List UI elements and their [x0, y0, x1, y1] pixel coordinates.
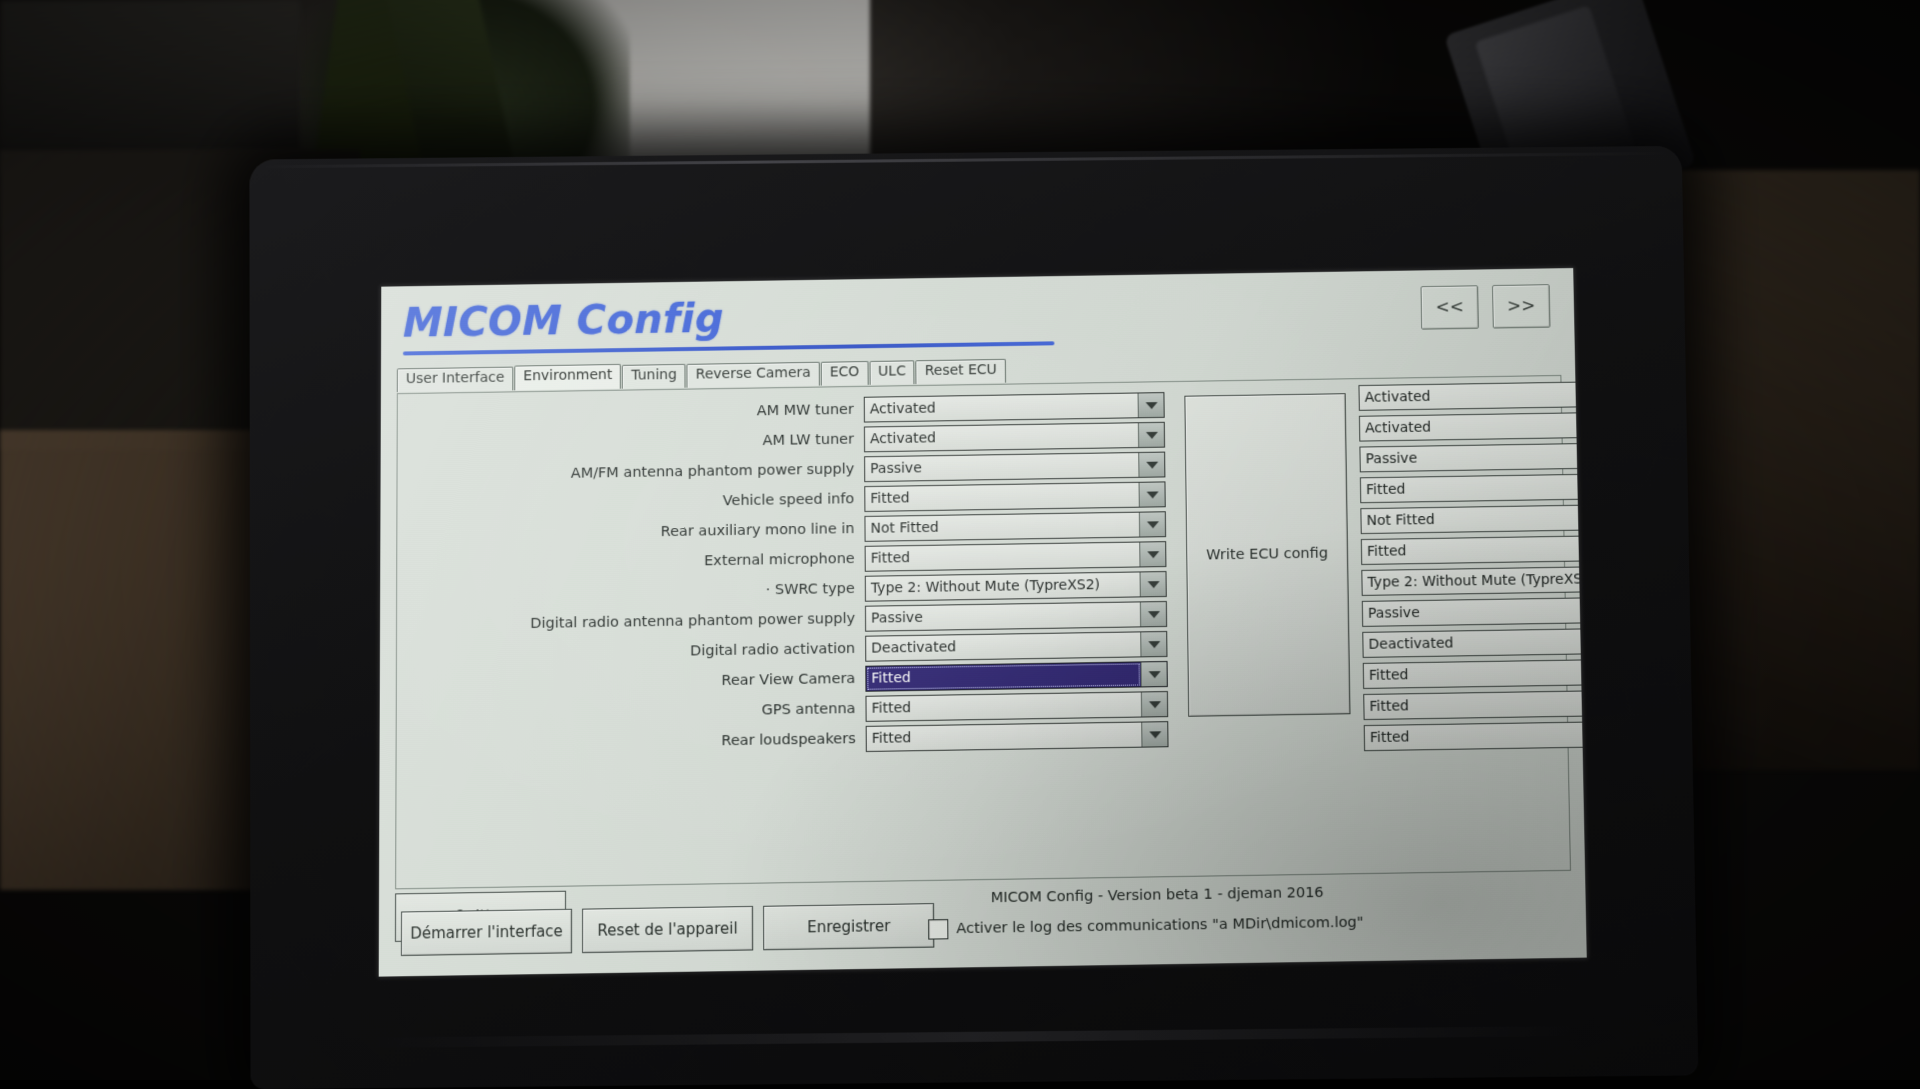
ecu-readout-value: Fitted [1360, 535, 1587, 565]
save-button[interactable]: Enregistrer [763, 903, 935, 951]
tab-reverse-camera[interactable]: Reverse Camera [686, 361, 820, 388]
dropdown-value: Activated [864, 423, 1139, 452]
field-label: Digital radio activation [690, 640, 856, 660]
dropdown-external-microphone[interactable]: Fitted [864, 541, 1167, 572]
log-checkbox-row[interactable]: Activer le log des communications "a MDi… [928, 913, 1364, 940]
field-label: External microphone [704, 550, 855, 570]
nav-previous-button[interactable]: << [1420, 285, 1479, 330]
chevron-down-icon[interactable] [1140, 692, 1168, 717]
ecu-readout-value: Passive [1359, 442, 1587, 473]
chevron-down-icon[interactable] [1141, 722, 1168, 747]
reset-device-button[interactable]: Reset de l'appareil [582, 905, 754, 954]
field-label: Rear View Camera [721, 670, 856, 690]
ecu-readout-value: Fitted [1359, 473, 1587, 504]
chevron-down-icon[interactable] [1139, 572, 1166, 597]
tab-user-interface[interactable]: User Interface [396, 366, 514, 392]
field-label: Rear loudspeakers [721, 731, 856, 750]
dropdown-vehicle-speed-info[interactable]: Fitted [864, 481, 1166, 512]
about-text: MICOM Config - Version beta 1 - djeman 2… [990, 884, 1324, 907]
ecu-readout-value: Activated [1358, 381, 1587, 411]
dropdown-value: Fitted [866, 722, 1142, 751]
ecu-readout-value: Fitted [1363, 690, 1587, 721]
footer-bar: Démarrer l'interface Reset de l'appareil… [394, 875, 1573, 968]
tablet-bottom-bezel [371, 1026, 1578, 1048]
dropdown-gps-antenna[interactable]: Fitted [865, 691, 1169, 722]
dropdown-value: Deactivated [866, 632, 1141, 661]
dropdown-rear-view-camera[interactable]: Fitted [865, 660, 1168, 692]
chevron-down-icon[interactable] [1138, 452, 1165, 477]
field-label: AM LW tuner [762, 431, 855, 449]
micom-config-window: MICOM Config << >> User Interface Environ… [379, 268, 1587, 977]
title-row: MICOM Config [402, 292, 1189, 356]
dropdown-digital-radio-antenna-phantom-power-supply[interactable]: Passive [864, 600, 1168, 632]
tab-environment[interactable]: Environment [514, 363, 622, 390]
ecu-readout-value: Type 2: Without Mute (TypreXS2) [1361, 566, 1587, 596]
dropdown-value: Fitted [866, 692, 1142, 721]
dropdown-am-fm-antenna-phantom-power-supply[interactable]: Passive [864, 451, 1166, 483]
ecu-readout-value: Activated [1358, 412, 1587, 442]
dropdown-value: Type 2: Without Mute (TypreXS2) [865, 572, 1140, 601]
tablet-device: MICOM Config << >> User Interface Environ… [249, 145, 1699, 1089]
dropdown-rear-auxiliary-mono-line-in[interactable]: Not Fitted [864, 511, 1167, 542]
field-label: Vehicle speed info [722, 491, 855, 510]
tab-ulc[interactable]: ULC [869, 360, 915, 385]
ecu-readout-value: Not Fitted [1360, 504, 1587, 535]
tab-eco[interactable]: ECO [820, 361, 869, 386]
page-title: MICOM Config [402, 296, 725, 347]
chevron-down-icon[interactable] [1140, 661, 1167, 687]
field-label: Digital radio antenna phantom power supp… [530, 610, 856, 632]
ecu-readout-value: Deactivated [1362, 628, 1587, 658]
tablet-screen: MICOM Config << >> User Interface Environ… [378, 268, 1587, 977]
chevron-down-icon[interactable] [1137, 393, 1164, 418]
dropdown-value: Activated [864, 393, 1138, 422]
dropdown-value: Fitted [866, 662, 1141, 691]
ecu-readout-column: Activated Activated Passive Fitted Not Fitte… [1358, 381, 1587, 756]
chevron-down-icon[interactable] [1139, 542, 1166, 567]
dropdown-value: Not Fitted [865, 512, 1140, 541]
field-label: AM/FM antenna phantom power supply [570, 461, 855, 482]
enable-log-label: Activer le log des communications "a MDi… [956, 914, 1364, 938]
chevron-down-icon[interactable] [1140, 631, 1167, 657]
dropdown-rear-loudspeakers[interactable]: Fitted [865, 721, 1169, 752]
dropdown-value: Passive [865, 602, 1141, 631]
tab-reset-ecu[interactable]: Reset ECU [915, 358, 1006, 384]
start-interface-button[interactable]: Démarrer l'interface [400, 908, 573, 957]
chevron-down-icon[interactable] [1137, 422, 1165, 448]
dropdown-digital-radio-activation[interactable]: Deactivated [865, 630, 1168, 662]
field-label: Rear auxiliary mono line in [660, 521, 855, 541]
dropdown-value: Passive [865, 452, 1139, 482]
chevron-down-icon[interactable] [1138, 512, 1166, 537]
tab-tuning[interactable]: Tuning [622, 363, 686, 389]
ecu-readout-value: Fitted [1362, 659, 1587, 689]
enable-log-checkbox[interactable] [928, 919, 949, 940]
dropdown-value: Fitted [865, 542, 1140, 571]
dropdown-value: Fitted [865, 482, 1139, 511]
dropdown-am-lw-tuner[interactable]: Activated [863, 421, 1166, 453]
field-label: GPS antenna [761, 700, 856, 719]
dropdown-am-mw-tuner[interactable]: Activated [863, 392, 1165, 423]
nav-next-button[interactable]: >> [1492, 284, 1551, 329]
field-label: AM MW tuner [756, 401, 854, 420]
chevron-down-icon[interactable] [1138, 482, 1165, 507]
field-label: · SWRC type [765, 580, 855, 599]
dropdown-swrc-type[interactable]: Type 2: Without Mute (TypreXS2) [864, 571, 1167, 602]
chevron-down-icon[interactable] [1139, 601, 1167, 627]
ecu-readout-value: Passive [1361, 597, 1587, 627]
environment-panel: AM MW tuner Activated AM LW tuner Activated… [395, 374, 1587, 890]
write-ecu-config-button[interactable]: Write ECU config [1184, 393, 1351, 717]
ecu-readout-value: Fitted [1363, 721, 1587, 752]
config-form: AM MW tuner Activated AM LW tuner Activated… [407, 392, 1169, 763]
